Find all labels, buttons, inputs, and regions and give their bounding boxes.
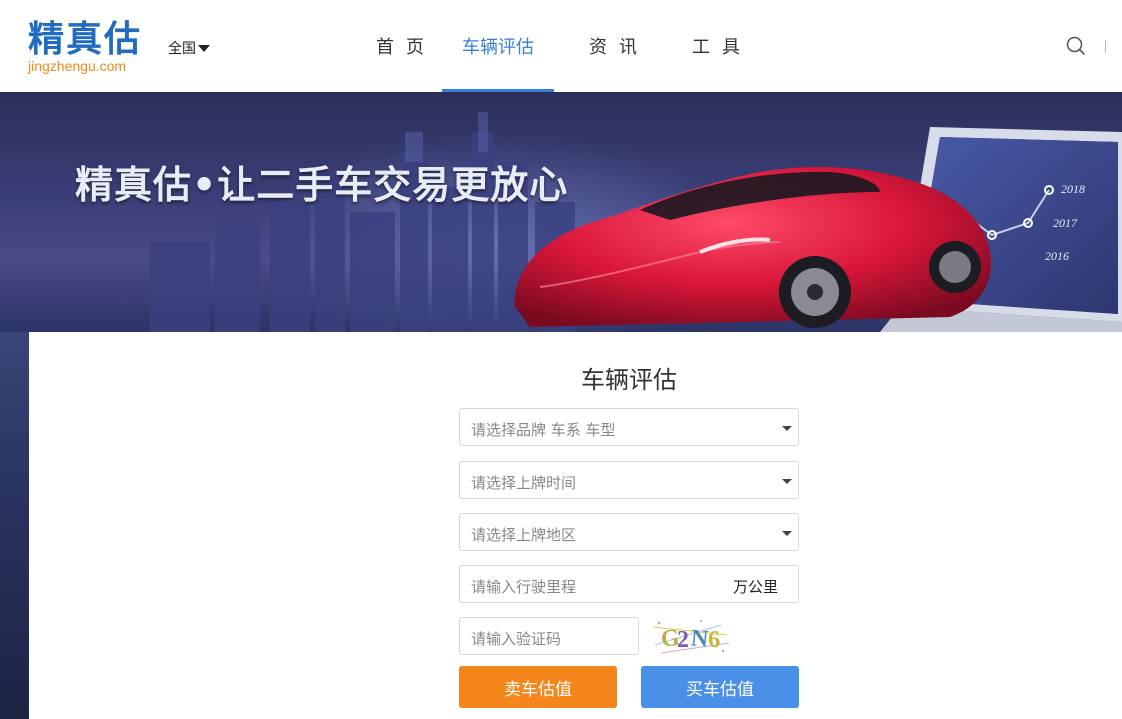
dropdown-arrow-icon (782, 531, 792, 536)
site-header: 精真估 jingzhengu.com 全国 首页 车辆评估 资讯 工具 (0, 0, 1122, 92)
captcha-placeholder: 请输入验证码 (471, 630, 562, 648)
nav-item-home[interactable]: 首页 (358, 0, 442, 92)
header-divider (1105, 40, 1106, 53)
nav-item-vehicle-valuation[interactable]: 车辆评估 (442, 0, 554, 92)
site-logo[interactable]: 精真估 jingzhengu.com (28, 20, 152, 76)
form-title: 车辆评估 (581, 366, 677, 394)
nav-item-tools[interactable]: 工具 (672, 0, 760, 92)
dropdown-arrow-icon (782, 479, 792, 484)
search-icon[interactable] (1066, 36, 1086, 56)
valuation-panel: 车辆评估 请选择品牌 车系 车型 请选择上牌时间 请选择上牌地区 请输入行驶里程… (29, 332, 1122, 719)
year-label: 2016 (1045, 249, 1069, 263)
background-strip (0, 332, 29, 719)
logo-text-cn: 精真估 (28, 19, 143, 60)
registration-date-placeholder: 请选择上牌时间 (471, 474, 577, 492)
buy-car-valuation-button[interactable]: 买车估值 (641, 666, 799, 708)
nav-item-news[interactable]: 资讯 (554, 0, 672, 92)
registration-region-placeholder: 请选择上牌地区 (471, 526, 577, 544)
registration-region-select[interactable]: 请选择上牌地区 (459, 513, 799, 551)
region-selector[interactable]: 全国 (168, 38, 210, 58)
year-label: 2018 (1061, 182, 1085, 196)
red-car-graphic (514, 167, 991, 328)
sell-car-valuation-button[interactable]: 卖车估值 (459, 666, 617, 708)
brand-model-placeholder: 请选择品牌 车系 车型 (471, 421, 616, 439)
caret-down-icon (198, 44, 210, 52)
registration-date-select[interactable]: 请选择上牌时间 (459, 461, 799, 499)
brand-model-select[interactable]: 请选择品牌 车系 车型 (459, 408, 799, 446)
mileage-placeholder: 请输入行驶里程 (471, 578, 577, 596)
mileage-unit: 万公里 (732, 578, 778, 596)
region-label: 全国 (168, 41, 196, 57)
captcha-image[interactable]: G 2 N 6 (651, 615, 731, 657)
svg-text:2: 2 (677, 627, 689, 653)
banner-illustration (150, 112, 1122, 332)
logo-text-en: jingzhengu.com (28, 58, 127, 74)
banner-slogan: 精真估•让二手车交易更放心 (75, 163, 569, 207)
dropdown-arrow-icon (782, 426, 792, 431)
year-label: 2017 (1053, 216, 1077, 230)
svg-text:6: 6 (707, 627, 721, 654)
captcha-input[interactable]: 请输入验证码 (459, 617, 639, 655)
mileage-input[interactable]: 请输入行驶里程 万公里 (459, 565, 799, 603)
main-nav: 首页 车辆评估 资讯 工具 (358, 0, 760, 92)
hero-banner: 精真估•让二手车交易更放心 2018 2017 2016 (0, 92, 1122, 332)
